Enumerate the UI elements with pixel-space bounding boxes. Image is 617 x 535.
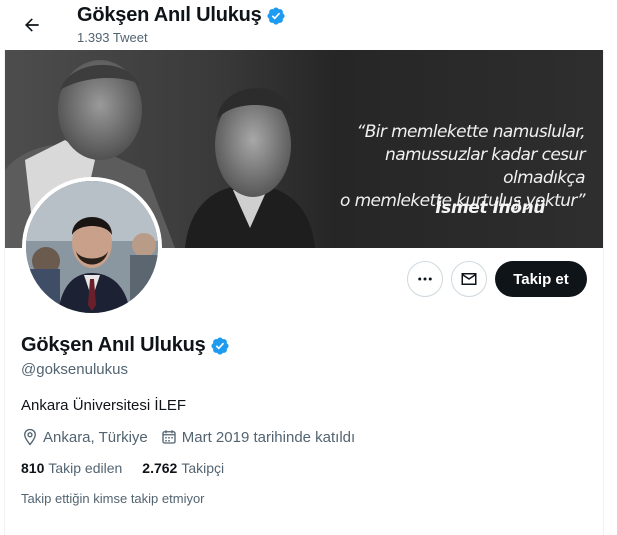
back-button[interactable] [16, 9, 48, 41]
profile-name-row: Gökşen Anıl Ulukuş [21, 334, 230, 357]
profile-meta: Ankara, Türkiye Mart 2019 tarihinde katı… [21, 428, 367, 446]
tweet-count: 1.393 Tweet [77, 30, 148, 45]
verified-badge-icon [267, 6, 285, 25]
following-label: Takip edilen [48, 460, 123, 476]
profile-location: Ankara, Türkiye [21, 428, 148, 446]
banner-quote-author: İsmet İnönü [435, 198, 545, 218]
profile-join-date: Mart 2019 tarihinde katıldı [160, 428, 355, 446]
followers-label: Takipçi [181, 460, 225, 476]
profile-bio: Ankara Üniversitesi İLEF [21, 397, 187, 414]
profile-stats: 810 Takip edilen 2.762 Takipçi [21, 460, 244, 476]
calendar-icon [162, 430, 176, 444]
profile-handle: @goksenulukus [21, 361, 128, 378]
followers-count: 2.762 [142, 460, 178, 476]
join-date-text: Mart 2019 tarihinde katıldı [181, 428, 356, 446]
arrow-left-icon [25, 18, 39, 32]
follow-button[interactable]: Takip et [495, 261, 587, 297]
header-name-row: Gökşen Anıl Ulukuş [77, 4, 286, 27]
profile-header-bar: Gökşen Anıl Ulukuş 1.393 Tweet [0, 0, 617, 50]
following-count: 810 [21, 460, 45, 476]
envelope-icon [461, 273, 477, 285]
followers-you-know: Takip ettiğin kimse takip etmiyor [21, 491, 205, 506]
profile-page: Gökşen Anıl Ulukuş 1.393 Tweet “Bir meml… [0, 0, 617, 535]
location-pin-icon [24, 428, 36, 446]
profile-avatar[interactable] [22, 177, 162, 317]
more-button[interactable] [407, 261, 443, 297]
location-text: Ankara, Türkiye [43, 428, 148, 446]
followers-link[interactable]: 2.762 Takipçi [142, 460, 224, 476]
more-dots-icon [418, 277, 432, 281]
profile-name: Gökşen Anıl Ulukuş [21, 334, 206, 356]
verified-badge-icon[interactable] [210, 336, 230, 356]
following-link[interactable]: 810 Takip edilen [21, 460, 122, 476]
avatar-photo [26, 181, 158, 313]
header-name: Gökşen Anıl Ulukuş [77, 4, 262, 26]
message-button[interactable] [451, 261, 487, 297]
